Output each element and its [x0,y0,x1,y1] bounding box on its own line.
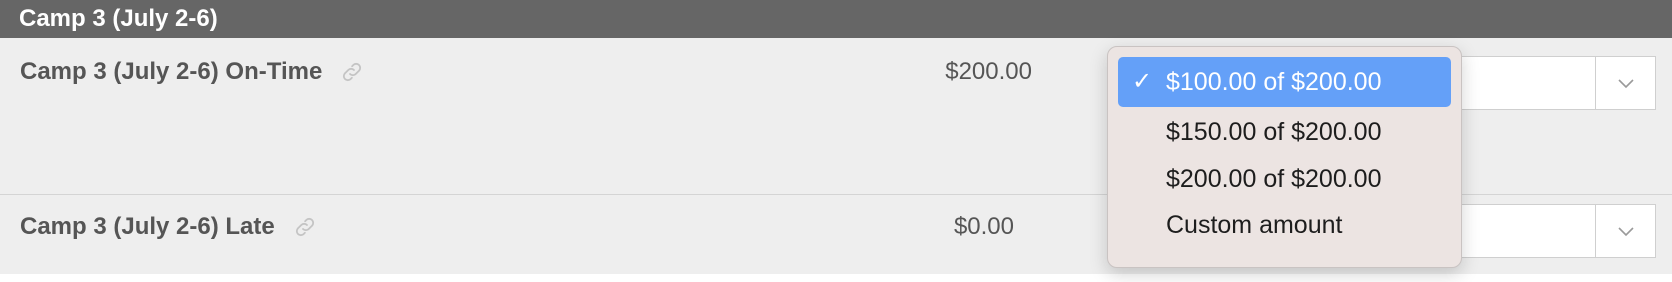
chevron-down-icon [1617,79,1634,89]
checkmark-icon: ✓ [1132,68,1153,95]
item-price: $200.00 [945,58,1032,85]
chevron-down-icon [1617,227,1634,237]
select-chevron[interactable] [1595,57,1655,109]
dropdown-option[interactable]: $200.00 of $200.00 [1118,154,1451,204]
select-chevron[interactable] [1595,205,1655,257]
dropdown-menu: ✓ $100.00 of $200.00 $150.00 of $200.00 … [1107,46,1462,268]
item-name-label: Camp 3 (July 2-6) On-Time [20,58,323,85]
link-icon[interactable] [293,215,317,239]
section-header: Camp 3 (July 2-6) [0,0,1672,38]
option-label: $200.00 of $200.00 [1166,165,1382,193]
item-name-label: Camp 3 (July 2-6) Late [20,213,275,240]
item-name: Camp 3 (July 2-6) Late [20,213,317,241]
item-name: Camp 3 (July 2-6) On-Time [20,58,364,86]
dropdown-option[interactable]: ✓ $100.00 of $200.00 [1118,57,1451,107]
section-title: Camp 3 (July 2-6) [19,5,218,32]
dropdown-option[interactable]: Custom amount [1118,200,1451,250]
link-icon[interactable] [340,60,364,84]
option-label: $150.00 of $200.00 [1166,118,1382,146]
option-label: Custom amount [1166,211,1343,239]
option-label: $100.00 of $200.00 [1166,68,1382,96]
dropdown-option[interactable]: $150.00 of $200.00 [1118,107,1451,157]
item-price: $0.00 [953,213,1014,240]
